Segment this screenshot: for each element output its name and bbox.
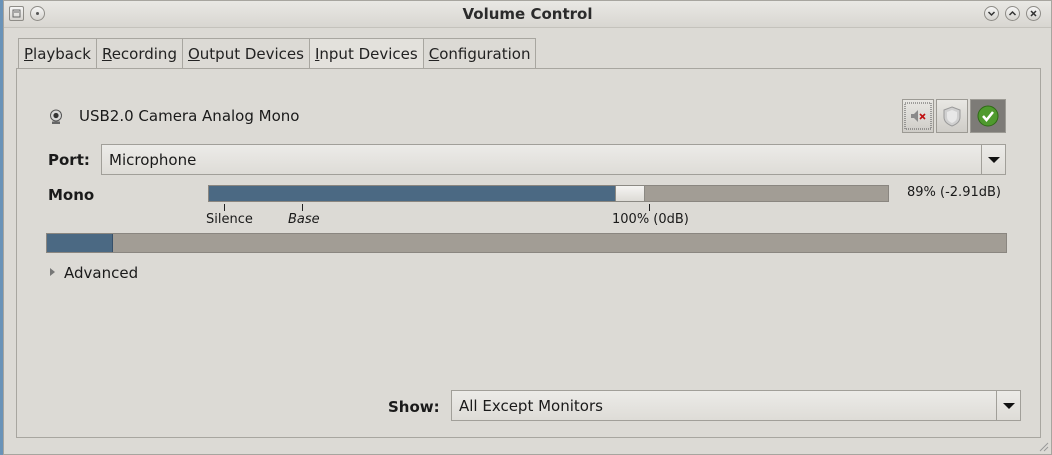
tab-mnemonic: P [24,45,34,63]
mark-base-label: Base [288,212,320,227]
title-bar[interactable]: Volume Control [4,1,1051,28]
tab-label: onfiguration [439,45,531,63]
resize-grip-icon[interactable] [1037,440,1049,452]
volume-slider-fill [209,186,616,201]
volume-slider-handle[interactable] [615,185,645,202]
tab-configuration[interactable]: Configuration [423,38,537,69]
tab-label: ecording [111,45,177,63]
volume-control-window: Volume Control Playback Recording Output… [3,0,1052,455]
advanced-expander[interactable]: Advanced [64,264,138,282]
show-filter-select[interactable]: All Except Monitors [451,390,1021,421]
port-label: Port: [48,151,90,169]
chevron-down-icon[interactable] [996,391,1020,420]
lock-channels-button[interactable] [936,99,968,133]
minimize-icon[interactable] [984,6,999,21]
volume-readout: 89% (-2.91dB) [907,185,1001,200]
tab-input-devices[interactable]: Input Devices [309,38,424,69]
tick-silence [224,204,225,211]
tick-100 [649,204,650,211]
device-name: USB2.0 Camera Analog Mono [79,107,300,125]
channel-label: Mono [48,186,95,204]
mark-silence-label: Silence [206,212,253,227]
mark-100-label: 100% (0dB) [612,212,689,227]
set-default-button[interactable] [970,99,1006,133]
maximize-icon[interactable] [1005,6,1020,21]
tab-label: utput Devices [199,45,304,63]
show-filter-value: All Except Monitors [459,397,603,415]
port-select[interactable]: Microphone [101,144,1006,175]
volume-slider[interactable] [208,185,889,202]
checkmark-icon [977,105,999,127]
tab-label: layback [33,45,91,63]
peak-level-meter [46,233,1007,253]
speaker-muted-icon [904,102,932,130]
tab-label: nput Devices [319,45,418,63]
shield-icon [943,106,961,127]
tab-playback[interactable]: Playback [18,38,97,69]
tick-base [302,204,303,211]
input-devices-panel: USB2.0 Camera Analog Mono Port: Micropho… [16,68,1041,438]
tab-recording[interactable]: Recording [96,38,183,69]
tab-output-devices[interactable]: Output Devices [182,38,310,69]
tab-mnemonic: C [428,45,440,63]
tab-bar: Playback Recording Output Devices Input … [18,38,537,69]
show-label-text: Show: [388,398,440,416]
peak-level-fill [47,234,113,252]
tab-mnemonic: R [101,45,112,63]
close-icon[interactable] [1026,6,1041,21]
port-value: Microphone [109,151,197,169]
mute-button[interactable] [902,99,934,133]
window-title: Volume Control [462,5,593,23]
webcam-icon [50,109,62,124]
chevron-down-icon[interactable] [981,145,1005,174]
tab-mnemonic: O [187,45,200,63]
expander-arrow-icon[interactable] [50,268,55,276]
show-label: Show: [388,398,440,416]
